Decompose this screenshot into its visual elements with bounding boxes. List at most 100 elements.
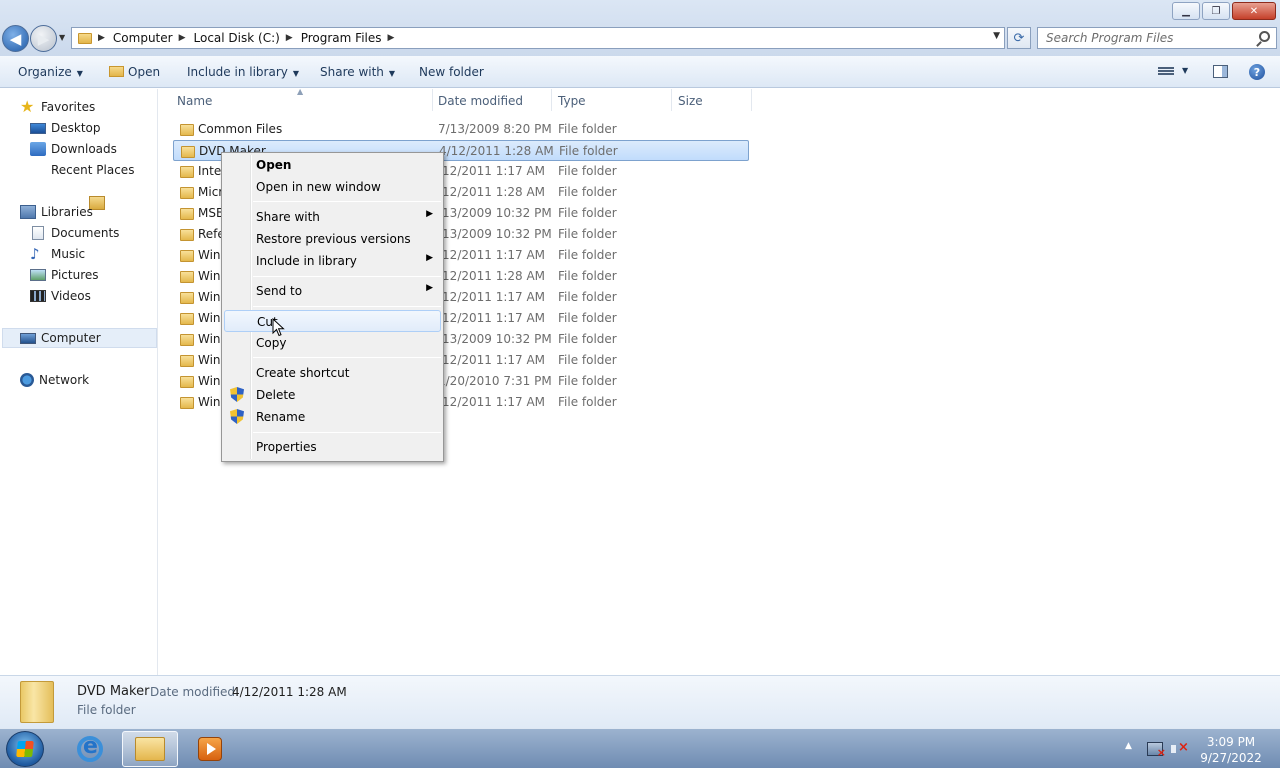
column-header-size[interactable]: Size bbox=[678, 94, 703, 108]
file-date: 1/20/2010 7:31 PM bbox=[438, 374, 552, 388]
nav-pictures[interactable]: Pictures bbox=[30, 265, 99, 285]
menu-item-cut[interactable]: Cut bbox=[224, 310, 441, 332]
taskbar-media-player[interactable] bbox=[182, 731, 238, 767]
menu-item-restore-previous-versions[interactable]: Restore previous versions bbox=[224, 228, 441, 250]
details-date-value: 4/12/2011 1:28 AM bbox=[232, 685, 347, 699]
breadcrumb-program-files[interactable]: Program Files bbox=[301, 31, 382, 45]
nav-videos[interactable]: Videos bbox=[30, 286, 91, 306]
menu-item-delete[interactable]: Delete bbox=[224, 384, 441, 406]
address-dropdown-icon[interactable]: ▼ bbox=[993, 31, 1000, 41]
details-item-name: DVD Maker bbox=[77, 684, 150, 699]
preview-pane-icon[interactable] bbox=[1213, 65, 1228, 78]
menu-item-properties[interactable]: Properties bbox=[224, 436, 441, 458]
close-button[interactable]: ✕ bbox=[1232, 2, 1276, 20]
breadcrumb-local-disk[interactable]: Local Disk (C:) bbox=[194, 31, 280, 45]
submenu-arrow-icon: ▶ bbox=[426, 283, 433, 293]
network-status-icon[interactable] bbox=[1147, 742, 1166, 759]
file-type: File folder bbox=[558, 290, 617, 304]
column-divider[interactable] bbox=[551, 89, 552, 111]
file-type: File folder bbox=[558, 311, 617, 325]
menu-item-open-new-window[interactable]: Open in new window bbox=[224, 176, 441, 198]
file-date: /12/2011 1:17 AM bbox=[438, 311, 546, 325]
address-bar[interactable]: ▶ Computer ▶ Local Disk (C:) ▶ Program F… bbox=[71, 27, 1005, 49]
forward-button[interactable]: ▶ bbox=[30, 25, 57, 52]
nav-favorites[interactable]: ★ Favorites bbox=[20, 97, 95, 117]
minimize-button[interactable]: ▁ bbox=[1172, 2, 1200, 20]
menu-item-rename[interactable]: Rename bbox=[224, 406, 441, 428]
back-button[interactable]: ◀ bbox=[2, 25, 29, 52]
column-divider[interactable] bbox=[432, 89, 433, 111]
desktop-icon bbox=[30, 122, 46, 134]
taskbar-internet-explorer[interactable] bbox=[62, 731, 118, 767]
change-view-icon[interactable] bbox=[1158, 66, 1174, 78]
search-icon[interactable] bbox=[1259, 31, 1270, 42]
nav-label: Favorites bbox=[41, 100, 96, 114]
clock-time: 3:09 PM bbox=[1206, 735, 1256, 749]
folder-icon bbox=[180, 250, 194, 262]
downloads-icon bbox=[30, 142, 46, 156]
open-button[interactable]: Open bbox=[109, 65, 160, 79]
search-input[interactable] bbox=[1038, 28, 1248, 48]
recent-pages-dropdown[interactable]: ▼ bbox=[59, 33, 65, 42]
breadcrumb-computer[interactable]: Computer bbox=[113, 31, 173, 45]
help-icon[interactable]: ? bbox=[1249, 64, 1265, 80]
nav-libraries[interactable]: Libraries bbox=[20, 202, 93, 222]
nav-computer[interactable]: Computer bbox=[2, 328, 157, 348]
column-divider[interactable] bbox=[671, 89, 672, 111]
column-header-date-modified[interactable]: Date modified bbox=[438, 94, 523, 108]
chevron-right-icon[interactable]: ▶ bbox=[388, 33, 395, 43]
menu-item-label: Create shortcut bbox=[256, 366, 350, 380]
file-date: /13/2009 10:32 PM bbox=[438, 227, 552, 241]
column-header-type[interactable]: Type bbox=[558, 94, 586, 108]
folder-icon bbox=[180, 355, 194, 367]
start-button[interactable] bbox=[6, 731, 44, 767]
menu-item-copy[interactable]: Copy bbox=[224, 332, 441, 354]
nav-label: Computer bbox=[41, 331, 101, 345]
nav-music[interactable]: ♪ Music bbox=[30, 244, 85, 264]
nav-documents[interactable]: Documents bbox=[30, 223, 119, 243]
nav-network[interactable]: Network bbox=[20, 370, 89, 390]
music-icon: ♪ bbox=[30, 245, 40, 263]
search-box[interactable] bbox=[1037, 27, 1277, 49]
clock-date: 9/27/2022 bbox=[1200, 751, 1262, 765]
documents-icon bbox=[32, 226, 44, 240]
nav-downloads[interactable]: Downloads bbox=[30, 139, 117, 159]
windows-explorer-icon bbox=[135, 737, 165, 761]
volume-muted-icon[interactable] bbox=[1171, 740, 1189, 756]
file-date: 4/12/2011 1:28 AM bbox=[439, 144, 554, 158]
chevron-right-icon[interactable]: ▶ bbox=[98, 33, 105, 43]
organize-button[interactable]: Organize ▼ bbox=[18, 65, 83, 79]
show-hidden-icons-icon[interactable]: ▲ bbox=[1125, 741, 1132, 751]
chevron-right-icon[interactable]: ▶ bbox=[286, 33, 293, 43]
file-type: File folder bbox=[558, 269, 617, 283]
nav-recent-places[interactable]: Recent Places bbox=[30, 160, 134, 210]
details-date-label: Date modified: bbox=[150, 685, 240, 699]
nav-desktop[interactable]: Desktop bbox=[30, 118, 101, 138]
chevron-right-icon[interactable]: ▶ bbox=[179, 33, 186, 43]
file-type: File folder bbox=[558, 206, 617, 220]
menu-item-label: Open in new window bbox=[256, 180, 381, 194]
column-header-name[interactable]: Name bbox=[177, 94, 212, 108]
share-with-button[interactable]: Share with ▼ bbox=[320, 65, 395, 79]
menu-item-open[interactable]: Open bbox=[224, 154, 441, 176]
column-divider[interactable] bbox=[751, 89, 752, 111]
menu-item-include-in-library[interactable]: Include in library ▶ bbox=[224, 250, 441, 272]
menu-item-send-to[interactable]: Send to ▶ bbox=[224, 280, 441, 302]
refresh-button[interactable]: ⟳ bbox=[1007, 27, 1031, 49]
title-bar: ▁ ❐ ✕ ◀ ▶ ▼ ▶ Computer ▶ Local Disk (C:)… bbox=[0, 0, 1280, 56]
include-in-library-button[interactable]: Include in library ▼ bbox=[187, 65, 299, 79]
menu-item-create-shortcut[interactable]: Create shortcut bbox=[224, 362, 441, 384]
new-folder-button[interactable]: New folder bbox=[419, 65, 484, 79]
window-controls: ▁ ❐ ✕ bbox=[1172, 2, 1276, 20]
chevron-down-icon: ▼ bbox=[76, 69, 83, 78]
view-dropdown-icon[interactable]: ▼ bbox=[1182, 66, 1188, 75]
file-row[interactable]: Common Files 7/13/2009 8:20 PM File folder bbox=[173, 119, 749, 140]
file-type: File folder bbox=[558, 395, 617, 409]
menu-item-share-with[interactable]: Share with ▶ bbox=[224, 206, 441, 228]
details-pane: DVD Maker Date modified: 4/12/2011 1:28 … bbox=[0, 675, 1280, 728]
chevron-down-icon: ▼ bbox=[292, 69, 300, 78]
taskbar-windows-explorer[interactable] bbox=[122, 731, 178, 767]
system-clock[interactable]: 3:09 PM 9/27/2022 bbox=[1196, 734, 1266, 766]
maximize-button[interactable]: ❐ bbox=[1202, 2, 1230, 20]
internet-explorer-icon bbox=[77, 734, 103, 762]
